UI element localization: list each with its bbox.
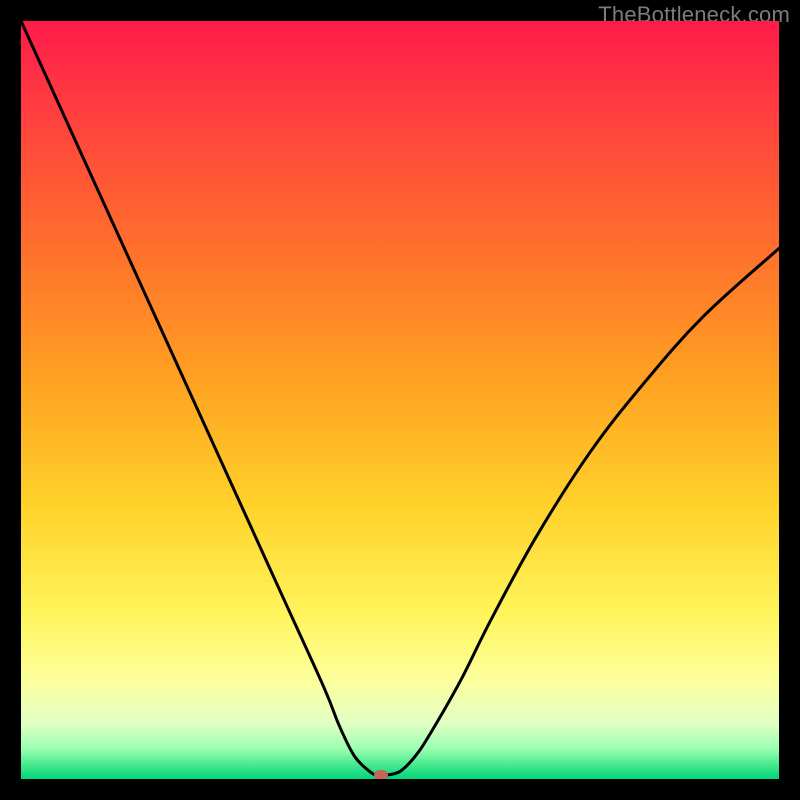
minimum-marker-icon [374, 770, 388, 779]
curve-svg [21, 21, 779, 779]
bottleneck-curve [21, 21, 779, 776]
plot-area [21, 21, 779, 779]
chart-frame: TheBottleneck.com [0, 0, 800, 800]
